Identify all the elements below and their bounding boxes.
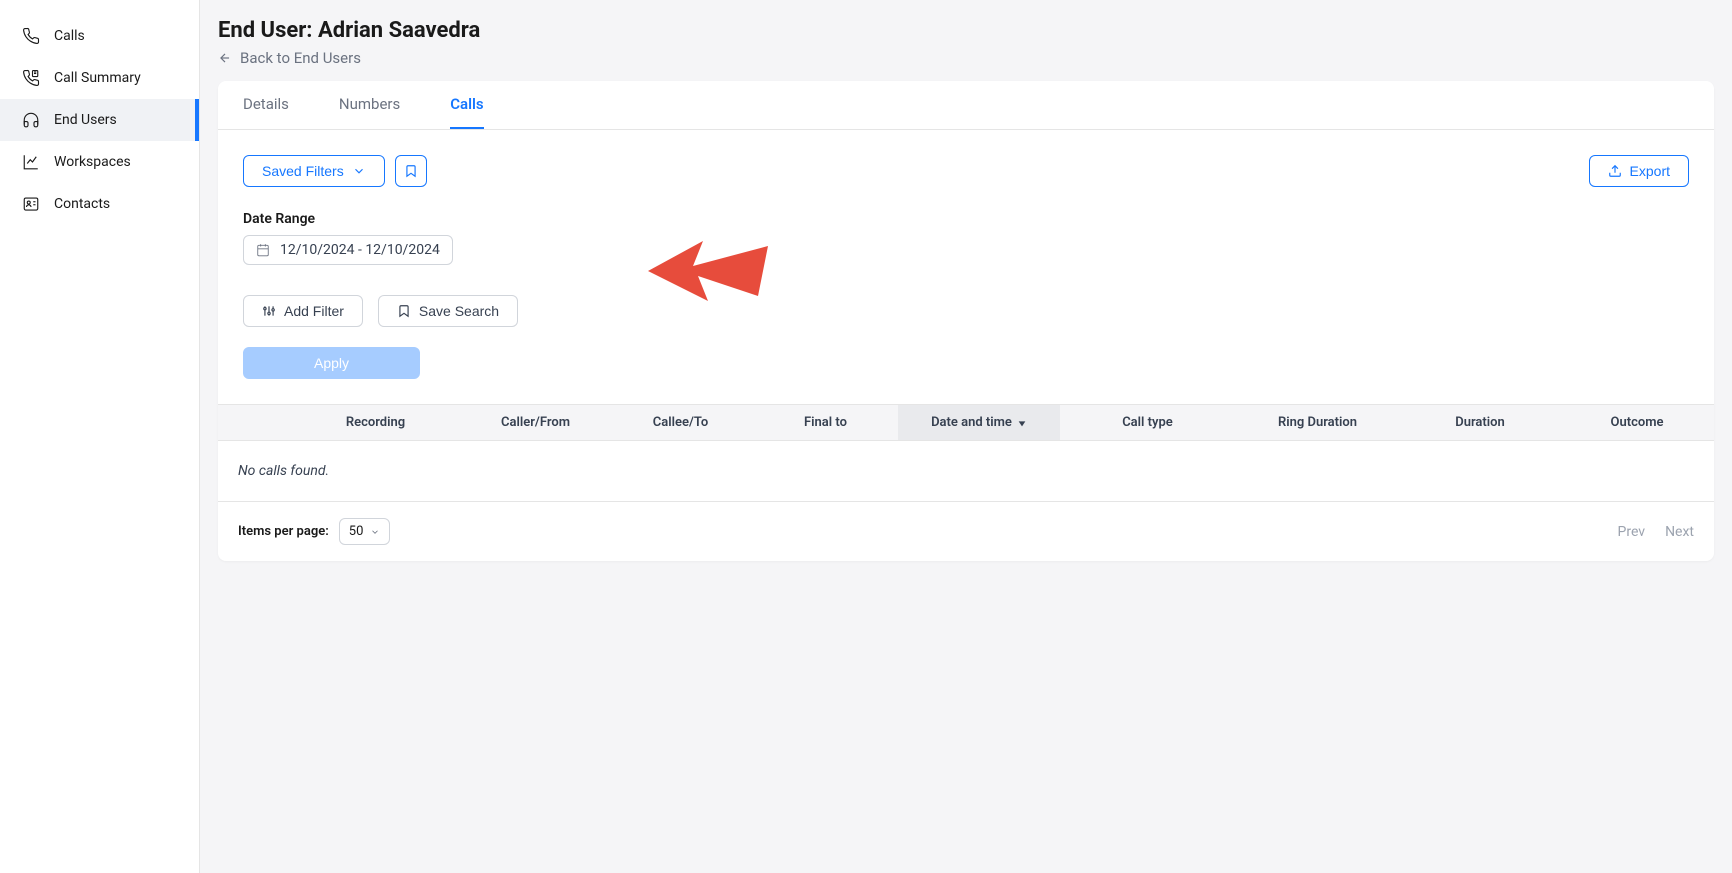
sidebar-item-end-users[interactable]: End Users [0, 99, 199, 141]
table-header-type[interactable]: Call type [1060, 405, 1235, 440]
table-header-recording[interactable]: Recording [288, 405, 463, 440]
page-title: End User: Adrian Saavedra [218, 18, 1714, 43]
table-header-row: Recording Caller/From Callee/To Final to… [218, 405, 1714, 441]
export-label: Export [1630, 163, 1670, 179]
card: Details Numbers Calls Saved Filters [218, 81, 1714, 561]
sidebar-item-label: End Users [54, 112, 117, 128]
page-size-select[interactable]: 50 [339, 518, 391, 545]
bookmark-button[interactable] [395, 155, 427, 187]
phone-icon [22, 27, 40, 45]
sidebar-item-contacts[interactable]: Contacts [0, 183, 199, 225]
apply-label: Apply [314, 355, 349, 371]
headphones-icon [22, 111, 40, 129]
back-link[interactable]: Back to End Users [218, 49, 361, 67]
call-summary-icon [22, 69, 40, 87]
apply-button[interactable]: Apply [243, 347, 420, 379]
sliders-icon [262, 304, 276, 318]
table-header-duration[interactable]: Duration [1400, 405, 1560, 440]
prev-button[interactable]: Prev [1618, 524, 1646, 540]
sidebar: Calls Call Summary End Users Workspaces … [0, 0, 200, 873]
table-header-outcome[interactable]: Outcome [1560, 405, 1714, 440]
save-search-button[interactable]: Save Search [378, 295, 518, 327]
saved-filters-dropdown[interactable]: Saved Filters [243, 155, 385, 187]
items-per-page-label: Items per page: [238, 524, 329, 539]
sort-desc-icon [1017, 418, 1027, 428]
date-range-value: 12/10/2024 - 12/10/2024 [280, 242, 440, 258]
add-filter-label: Add Filter [284, 303, 344, 319]
calendar-icon [256, 243, 270, 257]
filters-area: Saved Filters Export Date Range [218, 130, 1714, 404]
pagination: Items per page: 50 Prev Next [218, 501, 1714, 561]
empty-state-message: No calls found. [218, 441, 1714, 501]
bookmark-icon [397, 304, 411, 318]
upload-icon [1608, 164, 1622, 178]
tab-numbers[interactable]: Numbers [339, 81, 400, 129]
contacts-icon [22, 195, 40, 213]
sidebar-item-call-summary[interactable]: Call Summary [0, 57, 199, 99]
calls-table: Recording Caller/From Callee/To Final to… [218, 404, 1714, 561]
save-search-label: Save Search [419, 303, 499, 319]
table-header-final[interactable]: Final to [753, 405, 898, 440]
sidebar-item-calls[interactable]: Calls [0, 15, 199, 57]
sidebar-item-label: Contacts [54, 196, 110, 212]
table-header-spacer [218, 405, 288, 440]
add-filter-button[interactable]: Add Filter [243, 295, 363, 327]
main-content: End User: Adrian Saavedra Back to End Us… [200, 0, 1732, 873]
back-link-label: Back to End Users [240, 49, 361, 67]
table-header-date[interactable]: Date and time [898, 405, 1060, 440]
saved-filters-label: Saved Filters [262, 163, 344, 179]
table-header-callee[interactable]: Callee/To [608, 405, 753, 440]
tab-details[interactable]: Details [243, 81, 289, 129]
page-size-value: 50 [349, 524, 364, 539]
next-button[interactable]: Next [1665, 524, 1694, 540]
tab-calls[interactable]: Calls [450, 81, 483, 129]
table-header-caller[interactable]: Caller/From [463, 405, 608, 440]
chevron-down-icon [352, 164, 366, 178]
date-range-label: Date Range [243, 211, 1689, 227]
chevron-down-icon [370, 527, 380, 537]
sidebar-item-workspaces[interactable]: Workspaces [0, 141, 199, 183]
chart-icon [22, 153, 40, 171]
arrow-left-icon [218, 51, 232, 65]
tabs: Details Numbers Calls [218, 81, 1714, 130]
table-header-ring[interactable]: Ring Duration [1235, 405, 1400, 440]
sidebar-item-label: Call Summary [54, 70, 141, 86]
sidebar-item-label: Calls [54, 28, 85, 44]
date-range-input[interactable]: 12/10/2024 - 12/10/2024 [243, 235, 453, 265]
export-button[interactable]: Export [1589, 155, 1689, 187]
bookmark-icon [404, 164, 418, 178]
sidebar-item-label: Workspaces [54, 154, 131, 170]
